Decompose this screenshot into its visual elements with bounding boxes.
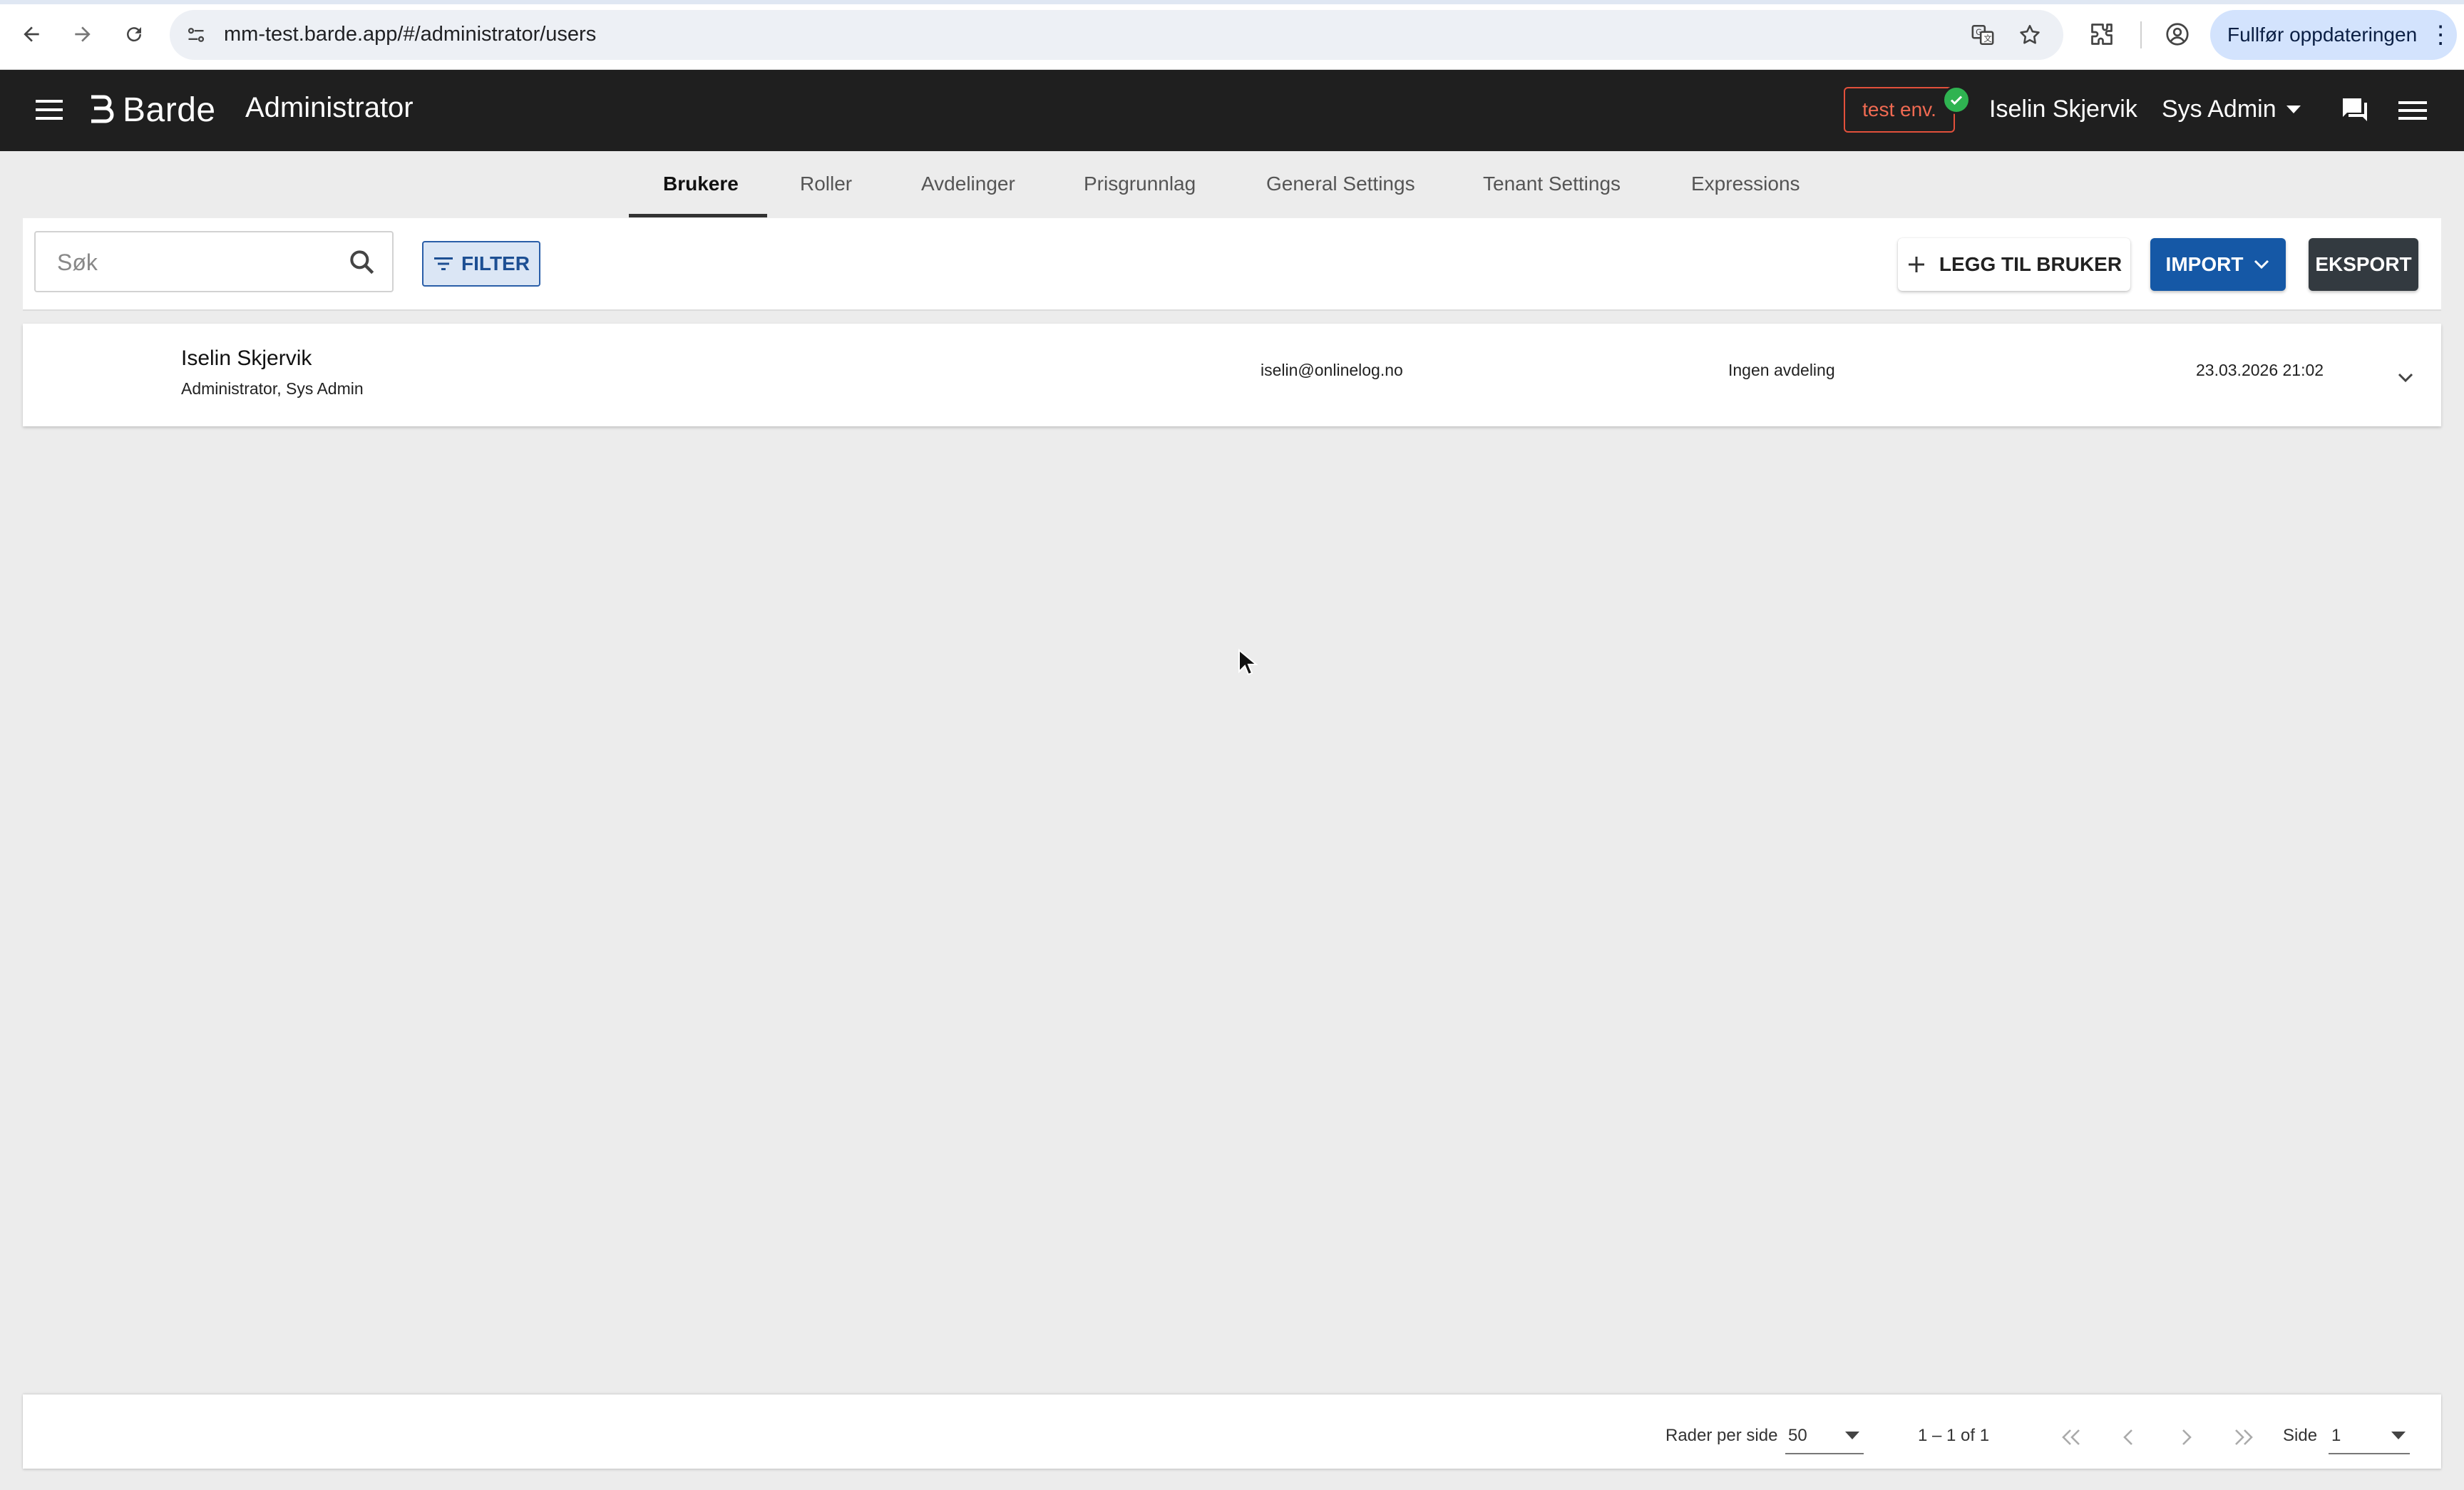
page-label: Side [2283, 1426, 2318, 1445]
page-value: 1 [2331, 1426, 2341, 1445]
plus-icon [1908, 257, 1924, 272]
user-email: iselin@onlinelog.no [1261, 361, 1403, 379]
profile-icon[interactable] [2162, 19, 2193, 50]
previous-page-icon[interactable] [2113, 1422, 2145, 1453]
chat-icon[interactable] [2337, 94, 2373, 127]
role-selector[interactable]: Sys Admin [2162, 96, 2301, 123]
tab-expressions[interactable]: Expressions [1691, 173, 1800, 195]
user-name: Iselin Skjervik [181, 346, 312, 370]
paginator: Rader per side 50 1 – 1 of 1 Side 1 [23, 1394, 2441, 1469]
app-header: Barde Administrator test env. Iselin Skj… [0, 70, 2464, 151]
tab-roller[interactable]: Roller [800, 173, 852, 195]
admin-tabs: Brukere Roller Avdelinger Prisgrunnlag G… [0, 151, 2464, 220]
update-browser-button[interactable]: Fullfør oppdateringen ⋮ [2210, 10, 2457, 60]
rows-per-page-label: Rader per side [1665, 1426, 1778, 1445]
dropdown-caret-icon [1845, 1432, 1859, 1439]
check-circle-icon [1942, 86, 1971, 114]
hamburger-menu-icon[interactable] [33, 96, 68, 125]
bookmark-star-icon[interactable] [2016, 21, 2043, 48]
dropdown-caret-icon [2391, 1432, 2406, 1439]
users-toolbar: FILTER LEGG TIL BRUKER IMPORT EKSPORT [23, 218, 2441, 311]
filter-label: FILTER [461, 252, 530, 274]
browser-tab-strip [0, 0, 2464, 4]
tab-prisgrunnlag[interactable]: Prisgrunnlag [1084, 173, 1196, 195]
forward-icon[interactable] [66, 17, 100, 51]
add-user-button[interactable]: LEGG TIL BRUKER [1898, 238, 2130, 291]
page-title: Administrator [245, 92, 414, 123]
chevron-down-icon [2254, 260, 2269, 269]
reload-icon[interactable] [117, 17, 151, 51]
translate-icon[interactable]: G文 [1969, 21, 1996, 48]
side-menu-icon[interactable] [2397, 97, 2428, 124]
active-tab-indicator [629, 214, 767, 217]
search-icon[interactable] [346, 247, 378, 278]
toolbar-divider [2140, 21, 2142, 48]
dropdown-caret-icon [2286, 106, 2301, 113]
url-text[interactable]: mm-test.barde.app/#/administrator/users [224, 23, 596, 46]
last-page-icon[interactable] [2227, 1422, 2259, 1453]
svg-text:文: 文 [1983, 34, 1991, 43]
environment-badge: test env. [1844, 87, 1955, 133]
import-button[interactable]: IMPORT [2150, 238, 2286, 291]
export-button[interactable]: EKSPORT [2309, 238, 2418, 291]
role-selector-label: Sys Admin [2162, 96, 2276, 123]
page-select[interactable]: 1 [2329, 1422, 2410, 1454]
user-department: Ingen avdeling [1728, 361, 1835, 379]
expand-chevron-icon[interactable] [2391, 364, 2420, 392]
import-label: IMPORT [2165, 253, 2244, 275]
user-last-login: 23.03.2026 21:02 [2196, 361, 2324, 379]
first-page-icon[interactable] [2056, 1422, 2088, 1453]
add-user-label: LEGG TIL BRUKER [1939, 253, 2122, 275]
tab-tenant-settings[interactable]: Tenant Settings [1483, 173, 1621, 195]
address-bar[interactable]: mm-test.barde.app/#/administrator/users … [170, 10, 2063, 60]
barde-logo-icon [91, 95, 114, 123]
search-input[interactable] [57, 247, 328, 278]
site-settings-icon[interactable] [184, 23, 208, 47]
table-row[interactable]: Iselin Skjervik Administrator, Sys Admin… [23, 324, 2441, 426]
search-field[interactable] [34, 231, 394, 292]
tab-avdelinger[interactable]: Avdelinger [921, 173, 1015, 195]
user-roles: Administrator, Sys Admin [181, 379, 364, 398]
filter-button[interactable]: FILTER [422, 241, 540, 287]
browser-toolbar: mm-test.barde.app/#/administrator/users … [0, 0, 2464, 70]
back-icon[interactable] [14, 17, 48, 51]
brand-name: Barde [123, 91, 216, 129]
more-vert-icon[interactable]: ⋮ [2428, 23, 2453, 47]
next-page-icon[interactable] [2170, 1422, 2202, 1453]
update-browser-label: Fullfør oppdateringen [2227, 24, 2418, 46]
page-range: 1 – 1 of 1 [1918, 1426, 1990, 1445]
extensions-icon[interactable] [2086, 19, 2118, 50]
rows-per-page-select[interactable]: 50 [1785, 1422, 1864, 1454]
mouse-cursor-icon [1238, 649, 1258, 676]
tab-brukere[interactable]: Brukere [663, 173, 739, 195]
rows-per-page-value: 50 [1788, 1426, 1807, 1445]
tab-general-settings[interactable]: General Settings [1266, 173, 1415, 195]
barde-logo[interactable]: Barde [87, 88, 216, 131]
filter-icon [434, 257, 453, 270]
current-user-name[interactable]: Iselin Skjervik [1989, 96, 2137, 123]
